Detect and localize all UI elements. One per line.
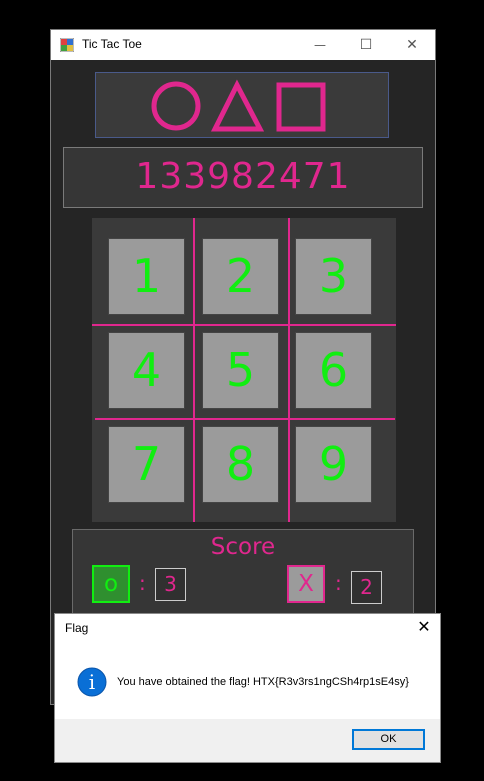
triangle-shape-icon: [210, 79, 265, 132]
board-cell-8[interactable]: 8: [202, 426, 279, 503]
player-x-score: 2: [351, 571, 382, 604]
game-window: Tic Tac Toe — ☐ ✕ 133982471 1 2 3 4 5 6: [50, 29, 436, 705]
close-icon: ✕: [406, 37, 418, 53]
minimize-icon: —: [314, 38, 326, 52]
window-title: Tic Tac Toe: [82, 37, 142, 51]
info-icon: i: [77, 667, 107, 697]
ok-button[interactable]: OK: [352, 729, 425, 750]
player-x-indicator: X: [287, 565, 325, 603]
player-o-indicator: o: [92, 565, 130, 603]
logo-shapes: [151, 79, 326, 132]
minimize-button[interactable]: —: [297, 30, 343, 60]
number-display-panel: 133982471: [63, 147, 423, 208]
grid-line-vertical-1: [193, 218, 195, 522]
board-cell-2[interactable]: 2: [202, 238, 279, 315]
number-display: 133982471: [135, 156, 351, 197]
grid-line-horizontal-2: [95, 418, 395, 420]
board-cell-4[interactable]: 4: [108, 332, 185, 409]
board-cell-7[interactable]: 7: [108, 426, 185, 503]
window-titlebar[interactable]: Tic Tac Toe — ☐ ✕: [51, 30, 435, 60]
logo-panel: [95, 72, 389, 138]
square-shape-icon: [276, 82, 326, 132]
board-cell-5[interactable]: 5: [202, 332, 279, 409]
dialog-title: Flag: [65, 621, 89, 635]
player-o-separator: :: [139, 571, 146, 595]
maximize-icon: ☐: [359, 37, 373, 53]
dialog-footer: OK: [55, 719, 440, 762]
maximize-button[interactable]: ☐: [343, 30, 389, 60]
board-cell-1[interactable]: 1: [108, 238, 185, 315]
score-title: Score: [210, 534, 276, 560]
close-button[interactable]: ✕: [389, 30, 435, 60]
board-cell-9[interactable]: 9: [295, 426, 372, 503]
dialog-close-icon: ✕: [417, 617, 431, 636]
game-board: 1 2 3 4 5 6 7 8 9: [92, 218, 396, 522]
player-x-separator: :: [335, 571, 342, 595]
circle-shape-icon: [151, 81, 201, 131]
player-o-score: 3: [155, 568, 186, 601]
board-cell-3[interactable]: 3: [295, 238, 372, 315]
dialog-message: You have obtained the flag! HTX{R3v3rs1n…: [117, 676, 409, 688]
info-icon-glyph: i: [89, 670, 95, 694]
grid-line-vertical-2: [288, 218, 290, 522]
grid-line-horizontal-1: [92, 324, 396, 326]
app-icon: [60, 38, 74, 52]
board-cell-6[interactable]: 6: [295, 332, 372, 409]
dialog-close-button[interactable]: ✕: [414, 616, 434, 638]
flag-dialog: Flag ✕ i You have obtained the flag! HTX…: [54, 613, 441, 763]
